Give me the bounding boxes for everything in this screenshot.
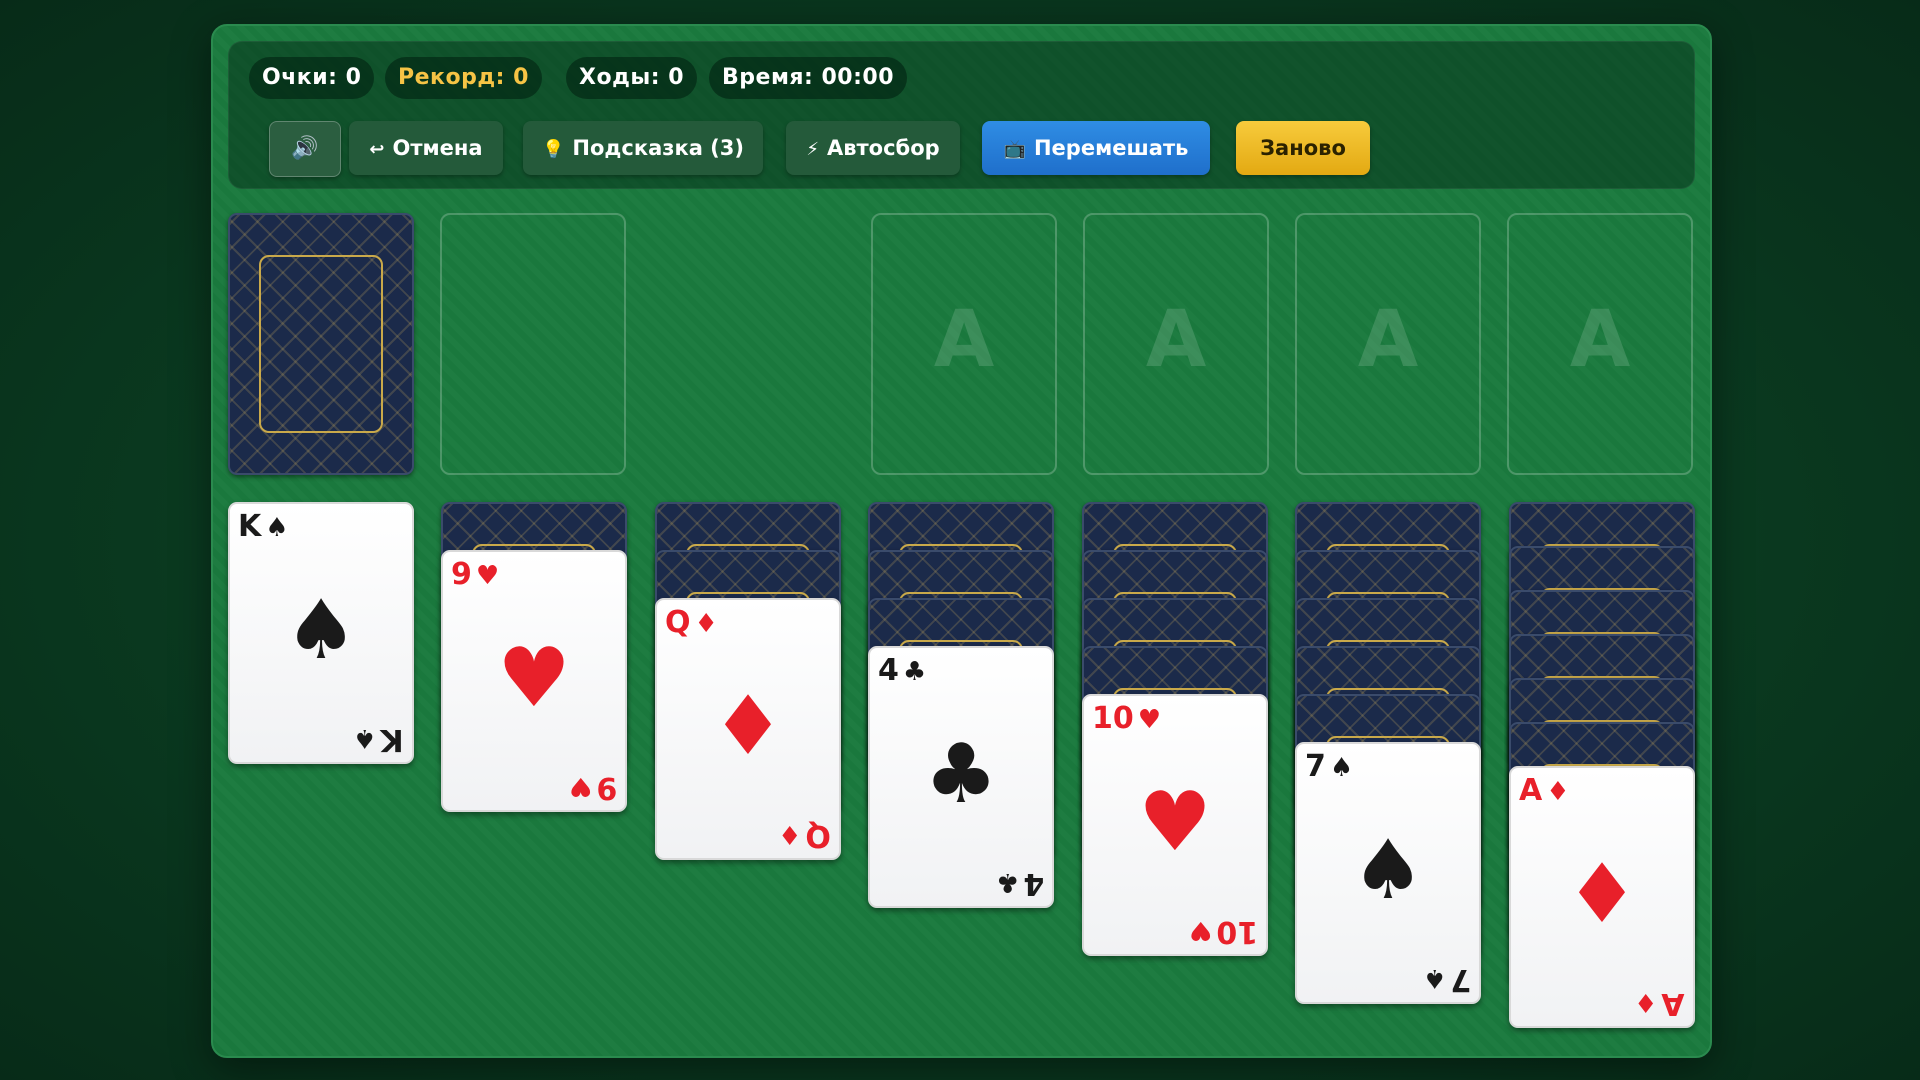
- card-suit: ♠: [1329, 753, 1354, 783]
- card-suit: ♥: [1188, 915, 1213, 945]
- shuffle-label: Перемешать: [1033, 136, 1189, 160]
- card-rank: 9: [596, 770, 617, 805]
- restart-button[interactable]: Заново: [1236, 121, 1370, 175]
- card-corner-top: 7 ♠: [1305, 749, 1354, 784]
- card-suit: ♠: [1422, 963, 1447, 993]
- card-rank: 4: [1023, 866, 1044, 901]
- card-suit: ♣: [902, 657, 927, 687]
- record-display: Рекорд: 0: [385, 57, 542, 99]
- top-toolbar: Очки: 0 Рекорд: 0 Ходы: 0 Время: 00:00 🔊…: [228, 41, 1695, 189]
- card-suit: ♥: [568, 771, 593, 801]
- card-rank: 10: [1092, 701, 1134, 736]
- face-up-card[interactable]: Q ♦ ♦ Q♦: [655, 598, 841, 860]
- card-corner-top: 10 ♥: [1092, 701, 1162, 736]
- foundation-slot-2[interactable]: A: [1083, 213, 1269, 475]
- card-suit: ♦: [778, 819, 802, 849]
- card-corner-bottom: 10♥: [1188, 914, 1258, 949]
- face-up-card[interactable]: 10 ♥ ♥ 10♥: [1082, 694, 1268, 956]
- score-display: Очки: 0: [249, 57, 375, 99]
- card-rank: K: [380, 722, 404, 757]
- face-up-card[interactable]: 7 ♠ ♠ 7♠: [1295, 742, 1481, 1004]
- card-corner-bottom: K♠: [353, 722, 404, 757]
- undo-label: Отмена: [392, 136, 483, 160]
- foundation-slot-3[interactable]: A: [1295, 213, 1481, 475]
- hint-label: Подсказка (3): [572, 136, 744, 160]
- card-rank: Q: [805, 818, 831, 853]
- card-corner-top: 9 ♥: [451, 557, 500, 592]
- sound-toggle-button[interactable]: 🔊: [269, 121, 341, 177]
- card-center-suit: ♦: [711, 679, 785, 774]
- undo-button[interactable]: ↩ Отмена: [349, 121, 503, 175]
- card-corner-top: 4 ♣: [878, 653, 927, 688]
- card-suit: ♦: [1546, 777, 1570, 807]
- lightbulb-icon: 💡: [541, 139, 565, 160]
- undo-icon: ↩: [369, 139, 385, 160]
- face-up-card[interactable]: 4 ♣ ♣ 4♣: [868, 646, 1054, 908]
- card-suit: ♦: [694, 609, 718, 639]
- tv-icon: 📺: [1003, 139, 1026, 160]
- card-corner-bottom: 9♥: [568, 770, 617, 805]
- face-up-card[interactable]: A ♦ ♦ A♦: [1509, 766, 1695, 1028]
- foundation-placeholder: A: [1145, 295, 1207, 385]
- card-rank: 4: [878, 653, 899, 688]
- face-up-card[interactable]: 9 ♥ ♥ 9♥: [441, 550, 627, 812]
- foundation-slot-4[interactable]: A: [1507, 213, 1693, 475]
- foundation-placeholder: A: [1569, 295, 1631, 385]
- face-up-card[interactable]: K ♠ ♠ K♠: [228, 502, 414, 764]
- card-rank: K: [238, 509, 262, 544]
- waste-pile[interactable]: [440, 213, 626, 475]
- moves-display: Ходы: 0: [566, 57, 698, 99]
- stock-pile[interactable]: [228, 213, 414, 475]
- card-suit: ♠: [265, 513, 289, 543]
- card-rank: A: [1519, 773, 1543, 808]
- card-center-suit: ♠: [1351, 823, 1425, 918]
- card-corner-top: Q ♦: [665, 605, 718, 640]
- card-center-suit: ♦: [1565, 847, 1639, 942]
- card-center-suit: ♠: [284, 583, 358, 678]
- card-corner-bottom: 7♠: [1422, 962, 1471, 997]
- foundation-placeholder: A: [933, 295, 995, 385]
- time-display: Время: 00:00: [709, 57, 908, 99]
- card-center-suit: ♥: [1138, 775, 1212, 870]
- card-corner-bottom: A♦: [1634, 986, 1685, 1021]
- card-center-suit: ♥: [497, 631, 571, 726]
- card-center-suit: ♣: [924, 727, 998, 822]
- card-rank: 7: [1450, 962, 1471, 997]
- card-suit: ♦: [1634, 987, 1658, 1017]
- card-corner-top: K ♠: [238, 509, 289, 544]
- shuffle-button[interactable]: 📺 Перемешать: [982, 121, 1210, 175]
- card-rank: 10: [1216, 914, 1258, 949]
- game-board: Очки: 0 Рекорд: 0 Ходы: 0 Время: 00:00 🔊…: [211, 24, 1712, 1058]
- card-rank: 7: [1305, 749, 1326, 784]
- card-rank: A: [1661, 986, 1685, 1021]
- card-suit: ♣: [995, 867, 1020, 897]
- card-suit: ♥: [475, 561, 500, 591]
- autocollect-label: Автосбор: [826, 136, 940, 160]
- lightning-icon: ⚡: [806, 139, 819, 160]
- card-corner-bottom: 4♣: [995, 866, 1044, 901]
- card-rank: 9: [451, 557, 472, 592]
- card-rank: Q: [665, 605, 691, 640]
- foundation-slot-1[interactable]: A: [871, 213, 1057, 475]
- autocollect-button[interactable]: ⚡ Автосбор: [786, 121, 960, 175]
- card-suit: ♠: [353, 723, 377, 753]
- card-corner-bottom: Q♦: [778, 818, 831, 853]
- hint-button[interactable]: 💡 Подсказка (3): [523, 121, 763, 175]
- card-corner-top: A ♦: [1519, 773, 1570, 808]
- foundation-placeholder: A: [1357, 295, 1419, 385]
- speaker-icon: 🔊: [291, 136, 319, 161]
- card-suit: ♥: [1137, 705, 1162, 735]
- restart-label: Заново: [1260, 136, 1346, 160]
